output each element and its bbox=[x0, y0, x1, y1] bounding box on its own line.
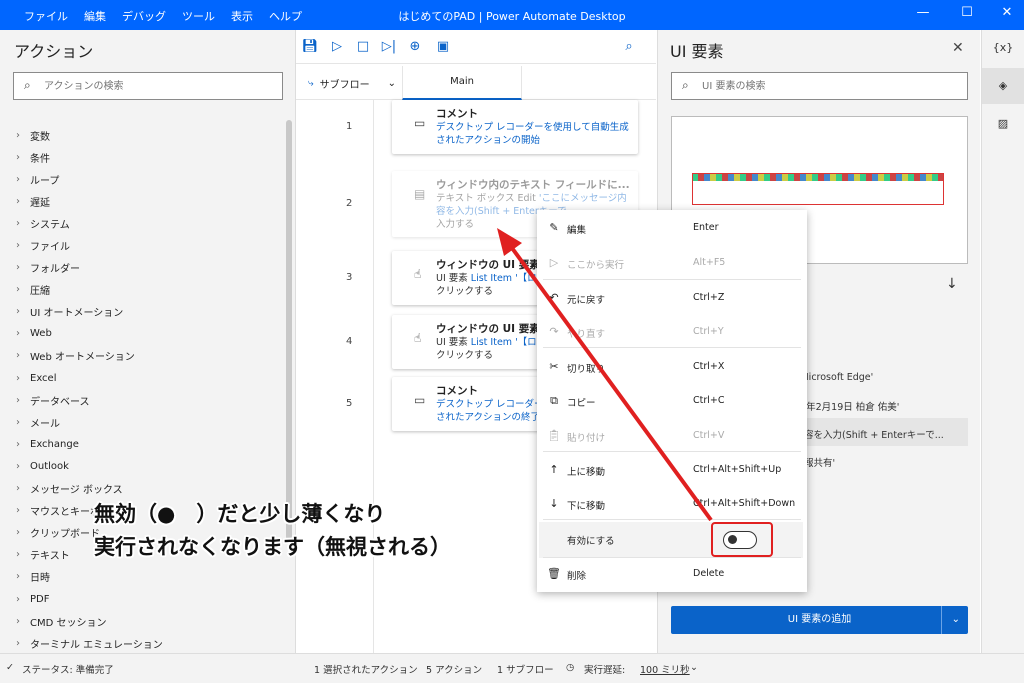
annotation-line-2: 実行されなくなります（無視される） bbox=[94, 535, 451, 559]
arrow-head bbox=[497, 228, 522, 256]
annotation-highlight-box bbox=[711, 522, 773, 557]
annotation-text: 無効（● ）だと少し薄くなり 実行されなくなります（無視される） bbox=[94, 498, 451, 564]
annotation-line-1: 無効（● ）だと少し薄くなり bbox=[94, 502, 386, 526]
arrow-shaft bbox=[510, 246, 713, 522]
annotation-arrow bbox=[497, 228, 713, 522]
